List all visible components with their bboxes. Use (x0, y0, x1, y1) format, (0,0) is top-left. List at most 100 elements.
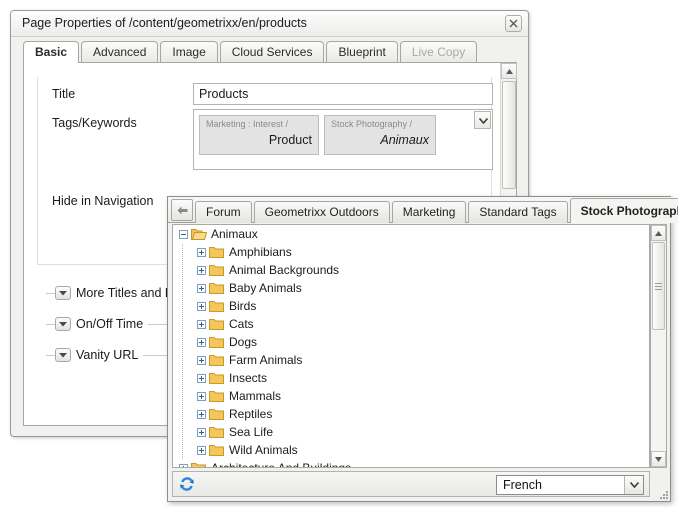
expand-icon[interactable] (179, 463, 188, 467)
tag-tree[interactable]: Animaux Amphibians Animal Backgrounds Baby … (172, 224, 650, 468)
tree-node[interactable]: Farm Animals (173, 351, 649, 369)
tree-node[interactable]: Dogs (173, 333, 649, 351)
section-label: On/Off Time (76, 317, 144, 331)
tree-guide-line (182, 279, 183, 297)
expand-icon[interactable] (197, 283, 206, 293)
section-lead-rule (46, 354, 55, 356)
collapse-icon[interactable] (179, 229, 188, 239)
tree-node[interactable]: Mammals (173, 387, 649, 405)
tab-basic[interactable]: Basic (23, 41, 80, 63)
tab-scroll-left-button[interactable] (171, 199, 193, 221)
tab-live-copy: Live Copy (399, 41, 478, 62)
expand-icon[interactable] (197, 427, 206, 437)
tree-node[interactable]: Amphibians (173, 243, 649, 261)
tree-scroll-thumb[interactable] (652, 242, 665, 330)
tree-guide-line (182, 441, 183, 459)
expand-icon[interactable] (197, 265, 206, 275)
expand-icon[interactable] (197, 319, 206, 329)
language-value: French (503, 478, 542, 492)
expand-icon[interactable] (197, 247, 206, 257)
tag-chip-name: Product (268, 133, 312, 147)
tree-guide-line (182, 297, 183, 315)
refresh-icon[interactable] (178, 475, 196, 493)
tag-chip-animaux[interactable]: Stock Photography / Animaux (324, 115, 436, 155)
tab-advanced[interactable]: Advanced (81, 41, 159, 62)
tree-node-label: Mammals (229, 389, 282, 403)
scroll-thumb-grip (655, 283, 662, 290)
tree-guide-line (182, 423, 183, 441)
expand-icon[interactable] (197, 409, 206, 419)
tree-node-label: Birds (229, 299, 257, 313)
tags-dropdown-button[interactable] (474, 111, 491, 129)
expand-icon[interactable] (197, 391, 206, 401)
tree-node[interactable]: Insects (173, 369, 649, 387)
tree-node[interactable]: Animal Backgrounds (173, 261, 649, 279)
tree-node[interactable]: Cats (173, 315, 649, 333)
folder-icon (209, 318, 224, 330)
picker-tab-marketing[interactable]: Marketing (391, 201, 467, 223)
picker-tab-bar: Forum Geometrixx Outdoors Marketing Stan… (168, 197, 678, 223)
tag-chip-name: Animaux (380, 133, 429, 147)
tree-node-label: Reptiles (229, 407, 273, 421)
tree-node[interactable]: Sea Life (173, 423, 649, 441)
section-toggle[interactable] (55, 286, 71, 300)
tree-scroll-up-button[interactable] (651, 225, 666, 241)
picker-tab-stock-photography[interactable]: Stock Photography (569, 198, 678, 223)
section-toggle[interactable] (55, 348, 71, 362)
picker-tab-geometrixx-outdoors[interactable]: Geometrixx Outdoors (253, 201, 390, 223)
folder-icon (191, 462, 206, 467)
tree-node-label: Sea Life (229, 425, 274, 439)
title-input[interactable] (193, 83, 493, 105)
tree-guide-line (182, 333, 183, 351)
expand-icon[interactable] (197, 355, 206, 365)
tree-scroll-down-button[interactable] (651, 451, 666, 467)
scroll-thumb[interactable] (502, 81, 516, 189)
tree-node[interactable]: Baby Animals (173, 279, 649, 297)
chevron-down-icon (478, 117, 489, 125)
tree-node-label: Animal Backgrounds (229, 263, 340, 277)
expand-icon[interactable] (197, 301, 206, 311)
picker-tab-standard-tags[interactable]: Standard Tags (468, 201, 568, 223)
expand-icon[interactable] (197, 337, 206, 347)
tree-node[interactable]: Birds (173, 297, 649, 315)
tree-node-label: Amphibians (229, 245, 292, 259)
tag-picker-popup: Forum Geometrixx Outdoors Marketing Stan… (167, 196, 678, 502)
section-label: Vanity URL (76, 348, 139, 362)
section-lead-rule (46, 292, 55, 294)
section-lead-rule (46, 323, 55, 325)
dialog-tab-bar: Basic Advanced Image Cloud Services Blue… (23, 41, 517, 63)
resize-grip[interactable] (659, 490, 668, 499)
tree-guide-line (182, 369, 183, 387)
tags-field[interactable]: Marketing : Interest / Product Stock Pho… (193, 109, 493, 170)
chevron-down-icon (629, 482, 639, 488)
tag-chip-product[interactable]: Marketing : Interest / Product (199, 115, 319, 155)
folder-icon (209, 300, 224, 312)
language-select[interactable]: French (496, 475, 644, 495)
chevron-down-icon (59, 290, 67, 295)
tree-node[interactable]: Architecture And Buildings (173, 459, 649, 467)
folder-icon (209, 444, 224, 456)
folder-icon (209, 390, 224, 402)
tree-node-label: Insects (229, 371, 268, 385)
scroll-up-button[interactable] (501, 63, 517, 79)
language-dropdown-button[interactable] (624, 476, 643, 494)
tree-node[interactable]: Animaux (173, 225, 649, 243)
tree-scrollbar[interactable] (650, 224, 667, 468)
tab-blueprint[interactable]: Blueprint (326, 41, 398, 62)
picker-tab-forum[interactable]: Forum (195, 201, 252, 223)
section-toggle[interactable] (55, 317, 71, 331)
tree-node[interactable]: Wild Animals (173, 441, 649, 459)
expand-icon[interactable] (197, 445, 206, 455)
tab-image[interactable]: Image (160, 41, 218, 62)
tree-guide-line (182, 261, 183, 279)
expand-icon[interactable] (197, 373, 206, 383)
folder-open-icon (191, 228, 207, 240)
tree-node[interactable]: Reptiles (173, 405, 649, 423)
triangle-up-icon (505, 68, 513, 74)
dialog-titlebar: Page Properties of /content/geometrixx/e… (11, 11, 528, 37)
tab-cloud-services[interactable]: Cloud Services (219, 41, 325, 62)
folder-icon (209, 246, 224, 258)
folder-icon (209, 354, 224, 366)
close-button[interactable] (505, 15, 522, 32)
page-title: Page Properties of /content/geometrixx/e… (22, 16, 307, 30)
